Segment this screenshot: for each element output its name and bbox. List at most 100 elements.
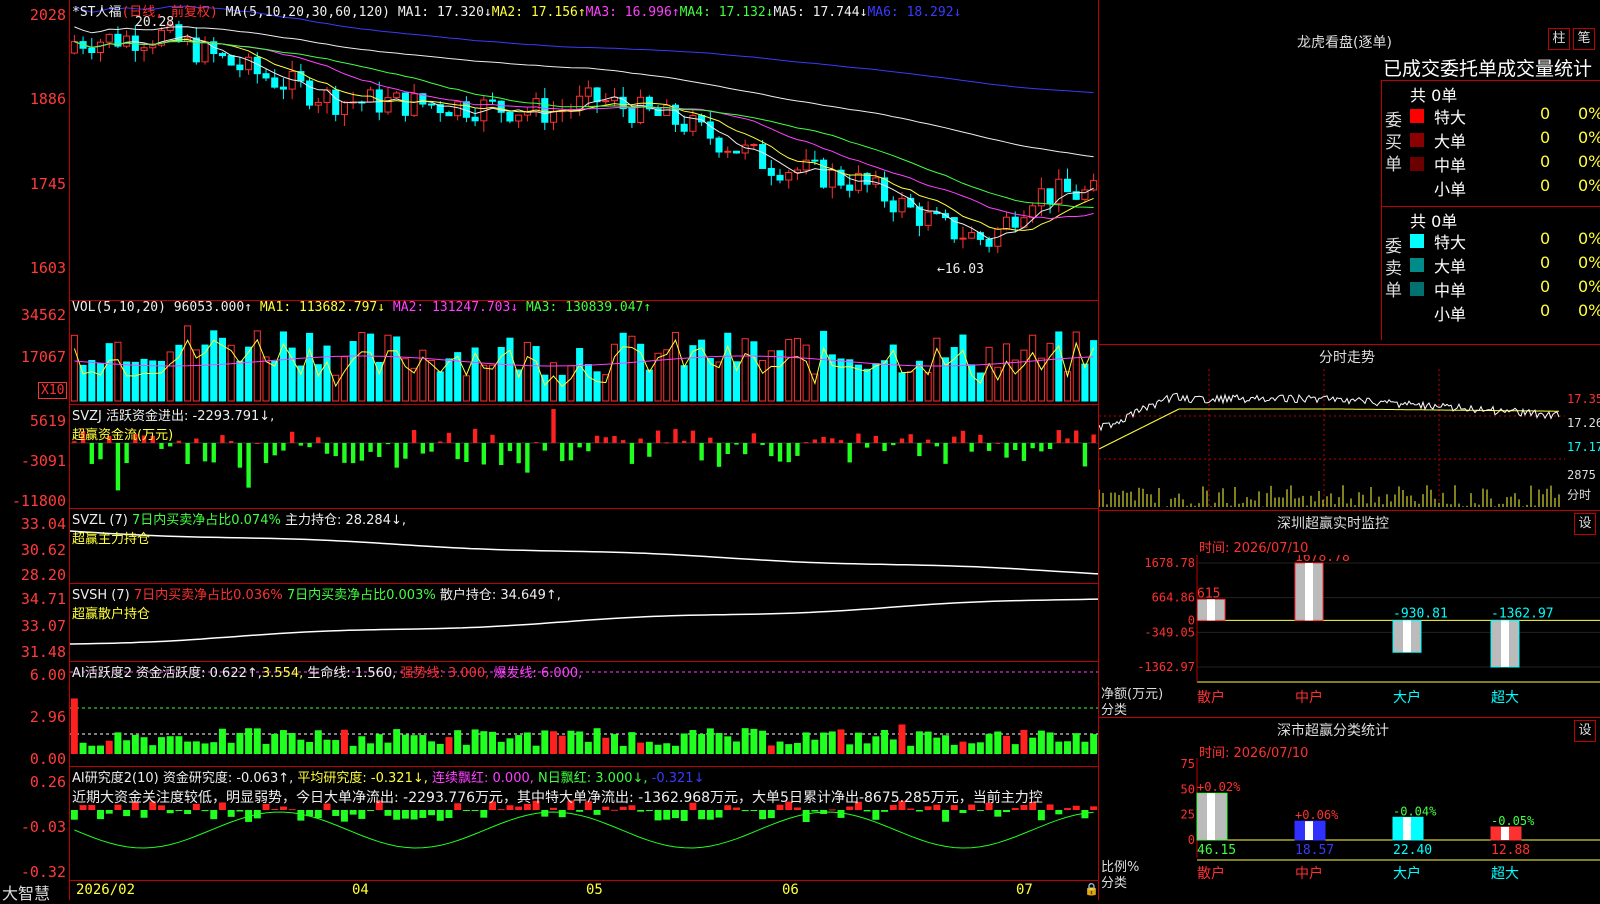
bar-mode-button[interactable]: 柱 [1548,28,1570,50]
stock-name[interactable]: *ST人福 [72,5,121,20]
research-bar [123,810,131,817]
research-bar [436,810,444,821]
flow-bar [368,443,373,452]
activity-bar [898,724,906,754]
research-bar [140,810,148,818]
research-line [74,811,1094,849]
volume-bar [785,339,793,402]
kline-header: *ST人福(日线, 前复权) MA(5,10,20,30,60,120) MA1… [72,1,961,20]
activity-bar [436,743,444,754]
candle-body [828,169,836,188]
volume-bar [593,371,601,402]
flow-bar [812,439,818,443]
research-bar [846,806,854,810]
category-label: 中户 [1295,689,1323,706]
candle-body [576,95,584,110]
kline-panel[interactable] [70,0,1098,301]
research-bar [611,809,618,811]
activity-bar [314,730,322,754]
flow-bar [899,438,905,443]
research-bar [428,810,436,816]
volume-bar [1081,363,1089,402]
activity-bar [506,738,514,754]
flow-bar [760,443,765,446]
intraday-chart[interactable] [1099,369,1565,509]
activity-bar [645,741,653,754]
volume-bar [680,365,688,402]
activity-bar [959,741,967,754]
flow-bar [803,442,809,444]
volume-bar [401,358,409,402]
vol-ma2: MA2: 131247.703↓ [392,300,519,315]
flow-bar [891,443,896,446]
flow-bar [673,429,678,443]
volume-bar [820,330,828,402]
lock-icon[interactable]: 🔒 [1084,882,1099,896]
ai-active-header: AI活跃度2 资金活跃度: 0.622↑,3.554, 生命线: 1.560, … [72,662,582,681]
volume-chart[interactable] [70,301,1098,404]
flow-bar [446,432,452,443]
y-tick: 0.26 [29,773,66,791]
volume-bar [663,349,671,402]
volume-bar [854,364,862,402]
candle-body [70,41,78,54]
research-bar [942,810,950,822]
activity-bar [401,734,409,754]
research-bar [175,810,183,811]
sz-category-chart[interactable]: 75 50 25 0 +0.02% 46.15 散户 +0.06% 18.57 中户 -0.04% 2… [1099,758,1600,898]
research-bar [793,807,801,810]
y-tick: 31.48 [20,643,66,661]
research-bar [105,810,113,814]
volume-bar [480,364,488,402]
ma4-value: MA4: 17.132↓ [679,5,774,20]
pen-mode-button[interactable]: 笔 [1573,28,1595,50]
sz-monitor-settings-button[interactable]: 设 [1574,513,1596,535]
bar-highlight [1207,793,1215,840]
volume-bar [881,360,889,402]
change-label: -0.05% [1491,814,1535,828]
change-label: +0.02% [1197,780,1241,794]
candle-body [680,123,688,132]
candle-body [410,93,418,116]
activity-bar [445,737,453,754]
activity-bar [671,745,679,754]
candle-body [1029,205,1037,219]
research-bar [279,806,287,810]
volume-panel[interactable] [70,301,1098,405]
buy-row-count: 0 [1540,104,1551,123]
research-bar [1011,808,1019,810]
y-tick: 33.04 [20,515,66,533]
flow-bar [864,443,870,448]
flow-bar [316,437,321,443]
research-bar [619,806,627,810]
flow-bar [917,443,922,457]
candle-body [854,173,862,191]
buy-row-swatch [1410,133,1424,147]
order-book-panel: 龙虎看盘(逐单) 柱 笔 已成交委托单成交量统计 委买单 委卖单 [1099,0,1600,345]
kline-chart[interactable] [70,0,1098,300]
candle-body [637,96,645,123]
activity-bar [942,735,950,754]
flow-bar [856,433,861,443]
flow-bar [202,443,208,462]
activity-bar [271,733,279,754]
activity-bar [419,735,427,754]
sz-category-settings-button[interactable]: 设 [1574,720,1596,742]
volume-bar [619,332,627,402]
candle-body [340,101,348,115]
flow-bar [472,428,478,443]
activity-bar [828,731,836,754]
value-label: 12.88 [1491,843,1530,858]
order-book-tabs[interactable]: 已成交委托单成交量统计 [1383,54,1592,81]
category-label: 中户 [1295,865,1323,882]
flow-bar [725,443,730,455]
volume-bar [218,337,227,402]
intraday-panel[interactable]: 分时走势 17.35 17.26 17.17 2875 分时 [1099,345,1600,511]
ai-research-header: AI研究度2(10) 资金研究度: -0.063↑, 平均研究度: -0.321… [72,767,704,786]
app-brand[interactable]: 大智慧 [2,880,50,904]
activity-bar [611,734,618,754]
volume-bar [70,334,78,402]
activity-bar [175,736,183,754]
y-tick-label: 75 [1181,758,1195,771]
sz-monitor-chart[interactable]: 1678.78664.860-349.05-1362.97615散户1678.7… [1099,555,1600,715]
